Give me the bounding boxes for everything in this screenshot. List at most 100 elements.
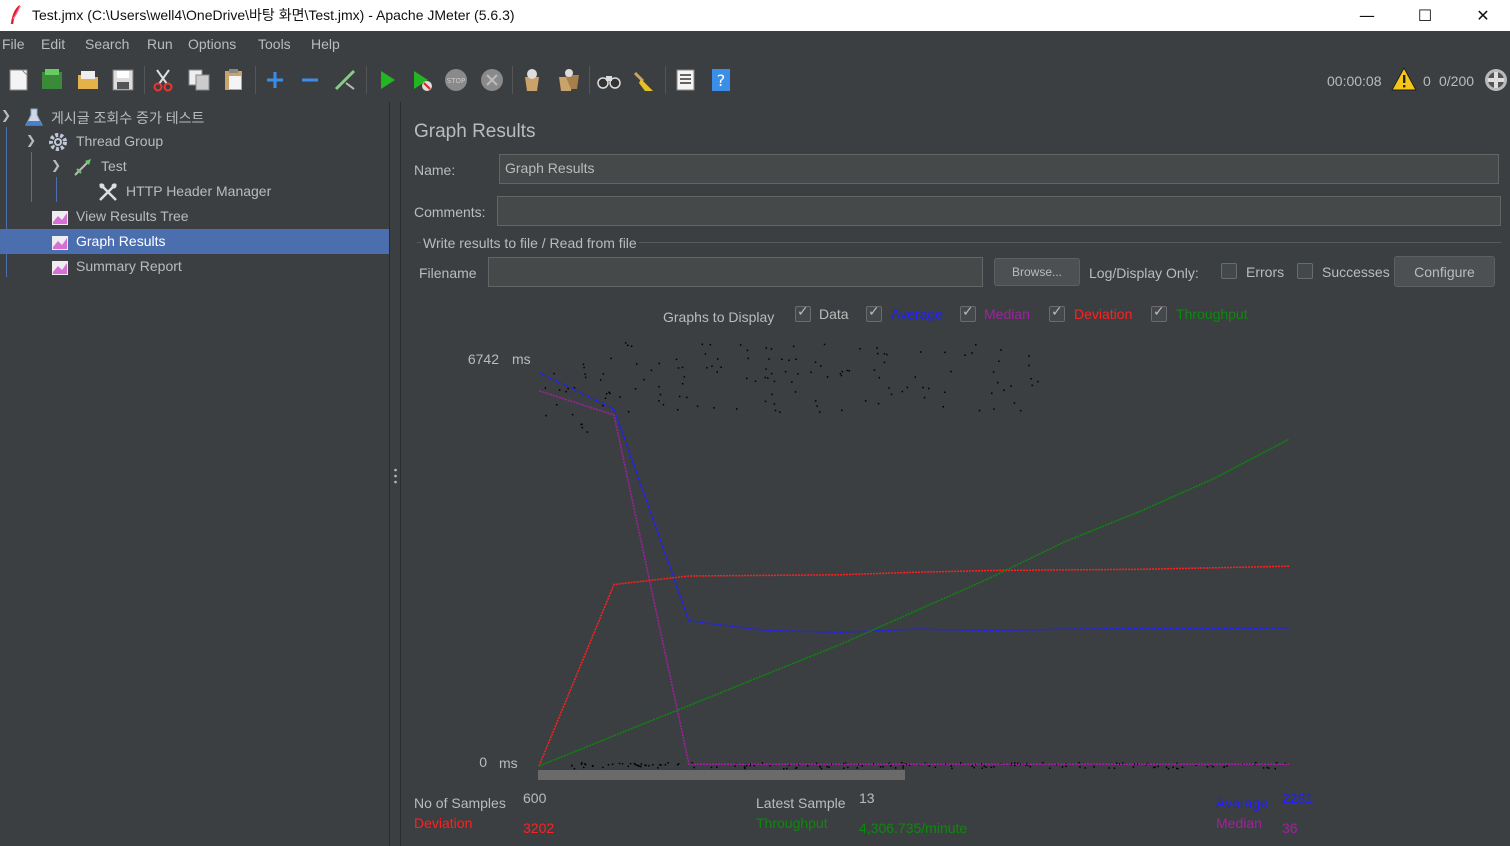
tree-item-graph-results[interactable]: Graph Results xyxy=(0,229,389,254)
new-icon[interactable] xyxy=(5,66,33,94)
menu-search[interactable]: Search xyxy=(85,36,129,52)
close-button[interactable]: ✕ xyxy=(1454,0,1510,31)
tree-item-thread-group[interactable]: ❯ Thread Group xyxy=(0,129,389,154)
data-point xyxy=(580,423,582,426)
data-point xyxy=(640,763,643,765)
data-point xyxy=(846,369,849,372)
data-point xyxy=(677,763,680,765)
data-point xyxy=(604,397,607,399)
data-point xyxy=(1078,762,1080,764)
tree-item-summary-report[interactable]: Summary Report xyxy=(0,254,389,279)
data-point xyxy=(765,368,767,370)
templates-icon[interactable] xyxy=(38,66,66,94)
data-point xyxy=(677,367,680,369)
data-point xyxy=(784,371,787,373)
paste-icon[interactable] xyxy=(220,66,248,94)
cut-icon[interactable] xyxy=(149,66,177,94)
data-point xyxy=(683,376,686,378)
tree-item-view-results-tree[interactable]: View Results Tree xyxy=(0,204,389,229)
data-point xyxy=(807,765,809,767)
reset-search-icon[interactable] xyxy=(630,66,658,94)
data-point xyxy=(928,765,931,767)
data-point xyxy=(814,361,817,363)
error-count: 0 xyxy=(1423,73,1431,89)
open-icon[interactable] xyxy=(74,66,102,94)
data-point xyxy=(828,766,830,768)
data-point xyxy=(810,371,812,373)
data-point xyxy=(720,366,722,368)
stop-icon[interactable]: STOP xyxy=(442,66,470,94)
data-point xyxy=(634,388,637,390)
expand-icon[interactable] xyxy=(261,66,289,94)
search-icon[interactable] xyxy=(595,66,623,94)
split-pane-divider[interactable] xyxy=(389,102,401,846)
data-point xyxy=(973,766,975,769)
clear-icon[interactable] xyxy=(518,66,546,94)
data-point xyxy=(636,363,638,365)
copy-icon[interactable] xyxy=(185,66,213,94)
data-point xyxy=(877,352,879,355)
data-point xyxy=(1165,766,1168,768)
tree-item-test-plan[interactable]: ❯ 게시글 조회수 증가 테스트 xyxy=(0,104,389,129)
latest-sample-label: Latest Sample xyxy=(756,795,846,811)
chevron-down-icon[interactable]: ❯ xyxy=(51,158,61,172)
data-point xyxy=(1108,767,1110,769)
data-point xyxy=(1061,766,1064,768)
data-point xyxy=(1003,389,1005,391)
menu-file[interactable]: File xyxy=(2,36,25,52)
start-icon[interactable] xyxy=(373,66,401,94)
menu-edit[interactable]: Edit xyxy=(41,36,65,52)
menu-options[interactable]: Options xyxy=(188,36,236,52)
data-point xyxy=(693,766,695,769)
menu-run[interactable]: Run xyxy=(147,36,173,52)
clear-all-icon[interactable] xyxy=(554,66,582,94)
average-label: Average xyxy=(1216,795,1268,811)
data-point xyxy=(711,365,713,367)
data-point xyxy=(856,767,858,769)
data-point xyxy=(716,371,718,373)
menu-help[interactable]: Help xyxy=(311,36,340,52)
data-point xyxy=(658,400,660,402)
data-point xyxy=(878,376,881,379)
warning-icon[interactable] xyxy=(1391,67,1417,91)
data-point xyxy=(691,762,693,764)
minimize-button[interactable]: — xyxy=(1338,0,1396,31)
maximize-button[interactable]: ☐ xyxy=(1396,0,1454,31)
samples-value: 600 xyxy=(523,790,547,806)
data-point xyxy=(704,353,707,355)
data-point xyxy=(567,387,569,390)
data-point xyxy=(545,414,547,417)
toggle-icon[interactable] xyxy=(331,66,359,94)
menu-tools[interactable]: Tools xyxy=(258,36,291,52)
start-no-pause-icon[interactable] xyxy=(408,66,436,94)
data-point xyxy=(906,386,909,389)
data-point xyxy=(739,344,742,346)
data-point xyxy=(879,766,882,768)
data-point xyxy=(710,766,713,769)
data-point xyxy=(709,343,712,346)
chevron-down-icon[interactable]: ❯ xyxy=(1,108,11,122)
listener-icon xyxy=(52,236,68,250)
data-point xyxy=(1010,385,1012,387)
save-icon[interactable] xyxy=(109,66,137,94)
data-point xyxy=(1262,767,1265,769)
tree-item-http-header-manager[interactable]: HTTP Header Manager xyxy=(0,179,389,204)
chevron-down-icon[interactable]: ❯ xyxy=(26,133,36,147)
results-graph: 6742 ms 0 ms xyxy=(468,342,1290,780)
data-point xyxy=(658,386,660,388)
data-point xyxy=(950,370,952,373)
data-point xyxy=(788,359,790,361)
data-point xyxy=(768,358,770,360)
tree-item-test[interactable]: ❯ Test xyxy=(0,154,389,179)
data-points xyxy=(544,342,1287,770)
drag-handle-icon[interactable] xyxy=(394,468,397,484)
help-icon[interactable]: ? xyxy=(707,66,735,94)
data-point xyxy=(607,764,610,766)
collapse-icon[interactable] xyxy=(296,66,324,94)
data-point xyxy=(624,342,627,344)
data-point xyxy=(599,379,602,381)
data-point xyxy=(645,764,647,767)
horizontal-scrollbar[interactable] xyxy=(538,770,905,780)
shutdown-icon[interactable] xyxy=(478,66,506,94)
function-helper-icon[interactable] xyxy=(671,66,699,94)
